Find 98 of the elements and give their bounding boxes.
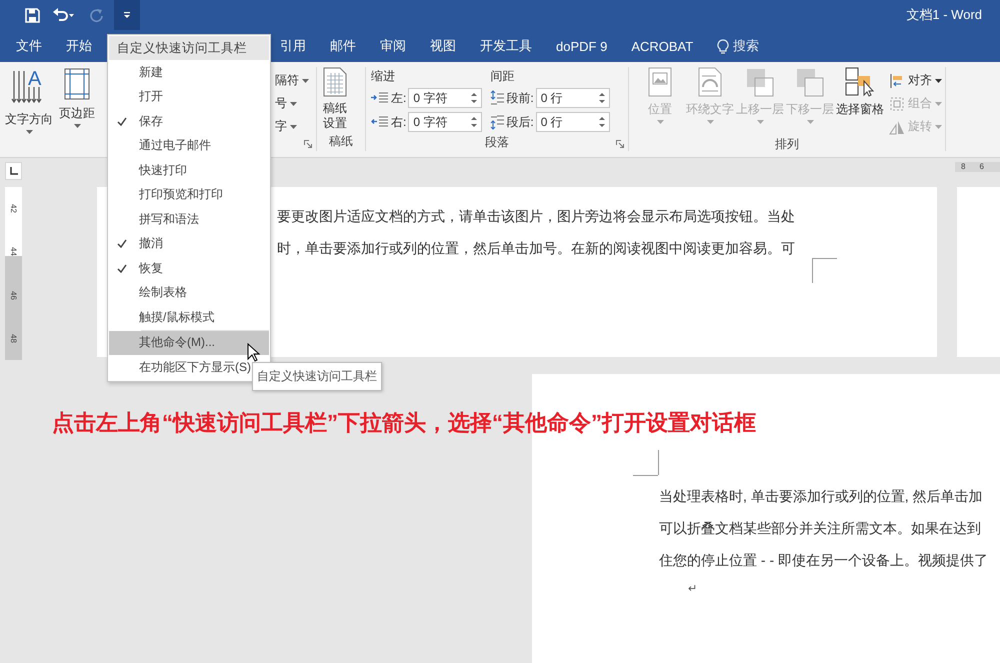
window-title: 文档1 - Word <box>906 6 983 24</box>
body-text-line: 住您的停止位置 - - 即使在另一个设备上。视频提供了 <box>659 551 989 570</box>
search-button[interactable]: 搜索 <box>705 30 772 62</box>
page-margins-icon <box>63 67 91 101</box>
menu-item[interactable]: 在功能区下方显示(S) <box>109 355 255 380</box>
mouse-cursor-icon <box>247 343 261 363</box>
ruler-number: 42 <box>9 204 18 214</box>
text-direction-button[interactable]: A 文字方向 <box>3 67 55 136</box>
ribbon-tab[interactable]: 审阅 <box>368 30 418 62</box>
indent-icon <box>371 92 389 104</box>
menu-item[interactable]: 保存 <box>109 109 167 134</box>
spinner-arrows-icon <box>471 91 478 105</box>
ribbon-menu-button[interactable]: 号 <box>275 94 309 113</box>
spin-field[interactable]: 0 字符 <box>408 88 482 108</box>
annotation-text: 点击左上角“快速访问工具栏”下拉箭头，选择“其他命令”打开设置对话框 <box>52 409 756 437</box>
spin-field[interactable]: 0 行 <box>536 88 610 108</box>
spacing-icon <box>490 114 504 130</box>
ribbon-tab[interactable]: 文件 <box>4 30 54 62</box>
ribbon-tab[interactable]: doPDF 9 <box>544 30 620 62</box>
ribbon-tab[interactable]: 视图 <box>418 30 468 62</box>
menu-item[interactable]: 其他命令(M)... <box>109 330 269 355</box>
undo-icon <box>52 8 76 22</box>
ribbon-tab[interactable]: 开始 <box>54 30 104 62</box>
customize-toolbar-button[interactable] <box>114 0 140 30</box>
ruler-number: 44 <box>9 247 18 256</box>
dialog-launcher-icon[interactable] <box>616 140 624 148</box>
stacked-squares-icon <box>795 67 825 97</box>
section-heading: 间距 <box>490 68 516 85</box>
group-label: 段落 <box>485 134 509 150</box>
left-tab-icon <box>10 167 18 175</box>
menu-item[interactable]: 绘制表格 <box>109 280 191 305</box>
field-label: 段后: <box>506 114 534 130</box>
caret-icon <box>935 102 942 106</box>
ruler-number: 6 <box>979 162 984 172</box>
manuscript-settings-button[interactable]: 稿纸设置 <box>320 67 350 131</box>
menu-item[interactable]: 通过电子邮件 <box>109 134 215 158</box>
menu-item[interactable]: 快速打印 <box>109 158 191 182</box>
body-text-line: 要更改图片适应文档的方式，请单击该图片，图片旁边将会显示布局选项按钮。当处 <box>277 207 796 226</box>
ribbon-menu-button[interactable]: 字 <box>275 117 309 136</box>
grid-page-icon <box>322 67 348 97</box>
spin-field[interactable]: 0 字符 <box>408 112 482 132</box>
group-label: 稿纸 <box>329 132 353 150</box>
page-picture-icon <box>647 67 673 97</box>
caret-icon <box>935 124 942 128</box>
arrange-menu-button[interactable]: 对齐 <box>889 71 942 90</box>
ribbon-tab[interactable]: 开发工具 <box>468 30 544 62</box>
group-label: 排列 <box>775 136 799 153</box>
selection-pane-icon <box>845 67 875 97</box>
margins-button[interactable]: 页边距 <box>57 67 97 136</box>
caret-icon <box>74 124 80 128</box>
crop-mark <box>812 258 838 284</box>
caret-icon <box>935 78 942 82</box>
section-heading: 缩进 <box>371 68 396 85</box>
menu-item[interactable]: 打开 <box>109 84 167 109</box>
stacked-squares-icon <box>745 67 775 97</box>
field-label: 右: <box>391 114 406 130</box>
body-text-line: 时，单击要添加行或列的位置，然后单击加号。在新的阅读视图中阅读更加容易。可 <box>277 239 796 258</box>
indent-icon <box>371 116 389 128</box>
ruler-number: 46 <box>9 290 18 300</box>
menu-item[interactable]: 拼写和语法 <box>109 207 203 232</box>
arrange-button[interactable]: 选择窗格 <box>835 67 885 136</box>
spacing-icon <box>490 90 504 106</box>
menu-item[interactable]: 新建 <box>109 60 167 84</box>
align-icon <box>889 72 905 88</box>
menu-header: 自定义快速访问工具栏 <box>109 36 269 60</box>
ribbon-menu-button[interactable]: 隔符 <box>275 71 309 90</box>
spinner-arrows-icon <box>471 115 478 129</box>
group-icon <box>889 96 905 112</box>
caret-icon <box>26 130 32 134</box>
dialog-launcher-icon[interactable] <box>304 140 312 148</box>
tooltip: 自定义快速访问工具栏 <box>252 362 382 391</box>
lightbulb-icon <box>717 38 730 54</box>
body-text-line: 当处理表格时, 单击要添加行或列的位置, 然后单击加 <box>659 487 984 506</box>
page-arch-icon <box>697 67 723 97</box>
menu-item[interactable]: 打印预览和打印 <box>109 182 227 207</box>
ribbon-tab[interactable]: ACROBAT <box>619 30 706 62</box>
field-label: 左: <box>391 90 406 106</box>
crop-mark <box>633 450 659 476</box>
menu-item[interactable]: 恢复 <box>109 256 167 280</box>
tab-selector[interactable] <box>5 162 22 180</box>
field-label: 段前: <box>506 90 534 106</box>
caret-icon <box>302 78 309 82</box>
spin-field[interactable]: 0 行 <box>536 112 610 132</box>
spinner-arrows-icon <box>598 115 605 129</box>
ribbon-tab[interactable]: 引用 <box>274 30 318 62</box>
menu-item[interactable]: 触摸/鼠标模式 <box>109 305 218 330</box>
caret-icon <box>290 124 297 128</box>
ruler-number: 8 <box>961 162 966 172</box>
rotate-icon <box>889 118 905 134</box>
caret-icon <box>290 102 297 106</box>
menu-item[interactable]: 撤消 <box>109 232 167 256</box>
caret-icon <box>123 11 131 19</box>
body-text-line: 可以折叠文档某些部分并关注所需文本。如果在达到 <box>659 519 982 538</box>
ribbon-tab[interactable]: 邮件 <box>318 30 368 62</box>
redo-icon <box>88 8 104 22</box>
spinner-arrows-icon <box>598 91 605 105</box>
ruler-number: 48 <box>9 334 18 343</box>
paragraph-mark: ↵ <box>688 582 698 595</box>
